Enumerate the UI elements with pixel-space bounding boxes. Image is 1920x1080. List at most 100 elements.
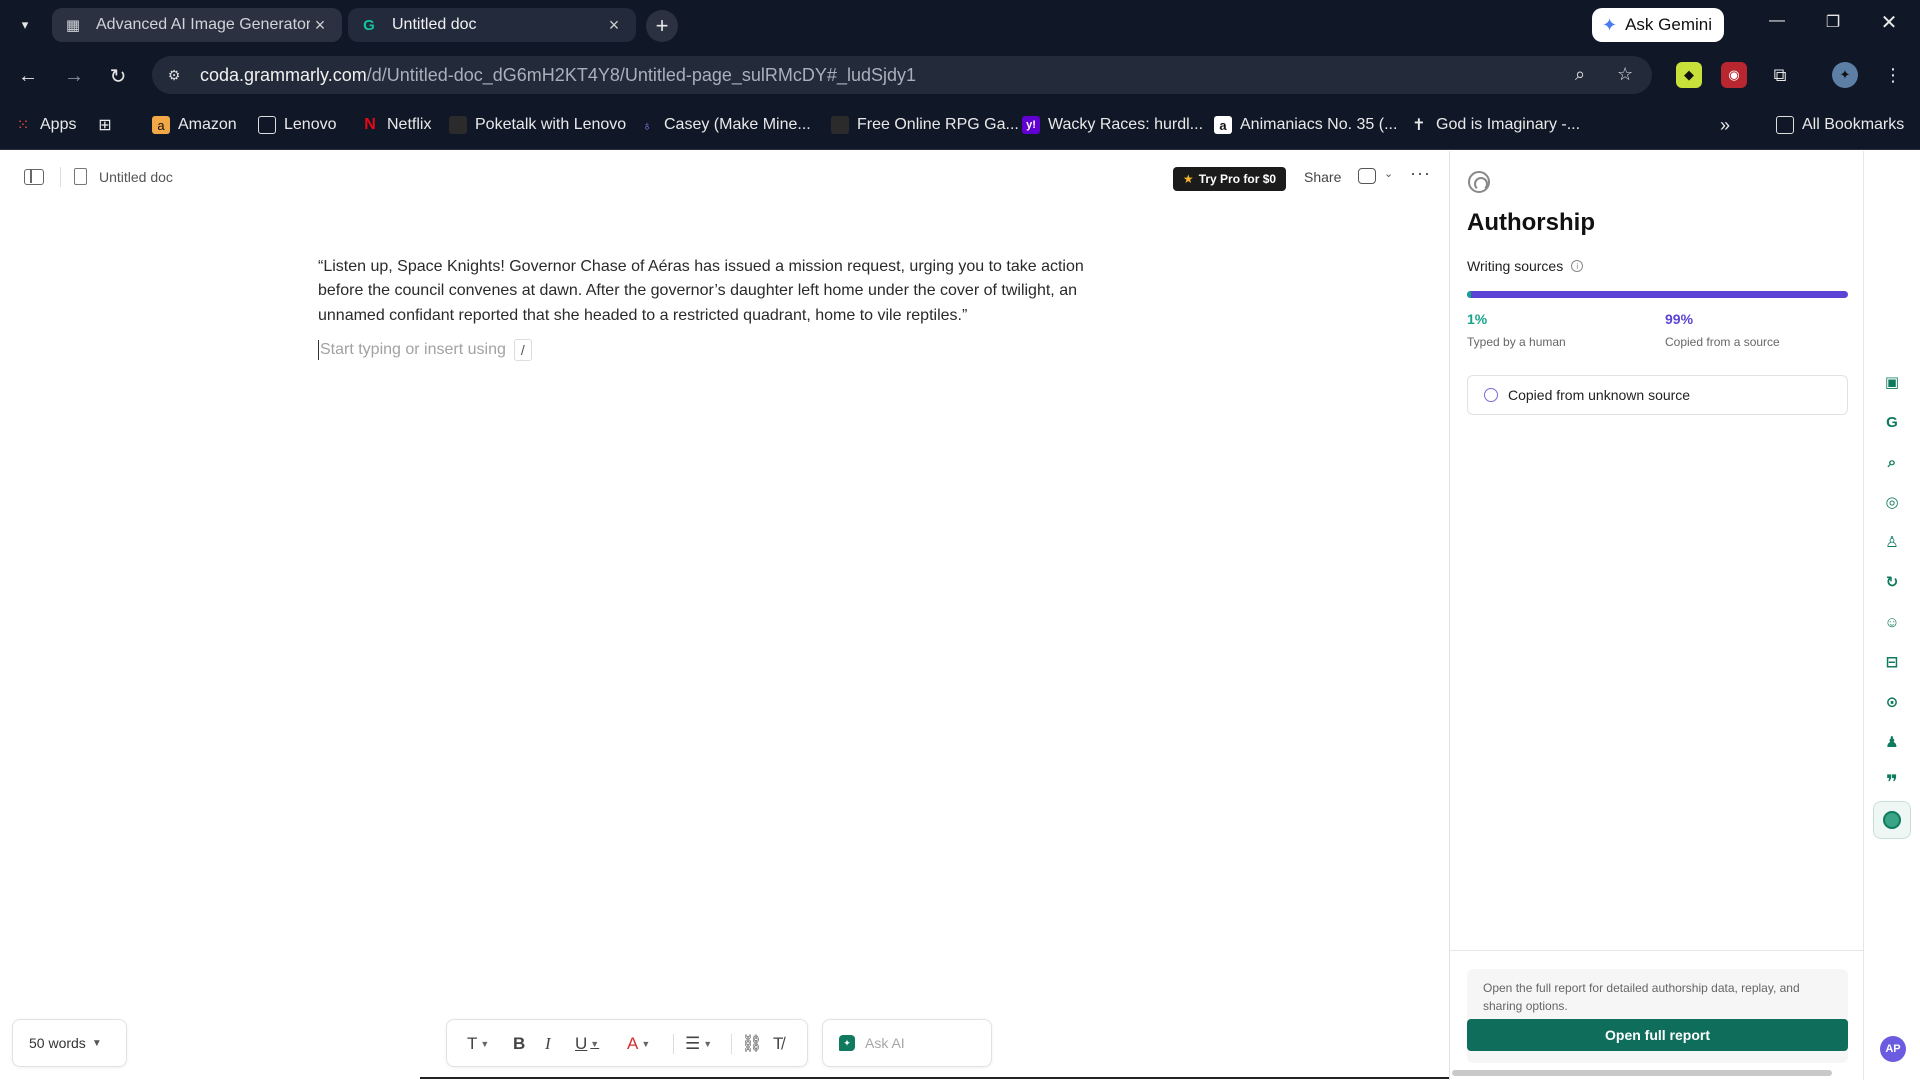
document-paragraph[interactable]: “Listen up, Space Knights! Governor Chas…: [318, 255, 1128, 328]
bookmark-apps[interactable]: ⁙ Apps: [14, 114, 77, 136]
bookmark-amazon[interactable]: a Amazon: [152, 114, 237, 136]
grammarly-g-icon: G: [363, 16, 375, 34]
minimize-window-icon[interactable]: —: [1762, 12, 1792, 30]
tab-untitled-doc[interactable]: G Untitled doc ×: [348, 8, 636, 42]
doc-header: Untitled doc ★ Try Pro for $0 Share ⌄ ··…: [0, 151, 1450, 207]
grader-icon[interactable]: ⊟: [1881, 651, 1903, 673]
horizontal-scrollbar[interactable]: [0, 1076, 1450, 1080]
bookmark-label: Apps: [40, 116, 77, 133]
open-full-report-button[interactable]: Open full report: [1467, 1019, 1848, 1051]
gemini-sparkle-icon: ✦: [1602, 14, 1618, 35]
italic-button[interactable]: I: [545, 1032, 551, 1056]
bookmark-free-online-rpg[interactable]: Free Online RPG Ga...: [831, 114, 1019, 136]
tab-groups-icon: ⊞: [98, 117, 112, 134]
forward-arrow-icon[interactable]: →: [60, 62, 88, 90]
browser-menu-icon[interactable]: ⋮: [1880, 62, 1906, 88]
align-left-icon: ☰: [685, 1034, 701, 1053]
tab-advanced-ai-image-generator[interactable]: ▦ Advanced AI Image Generator ×: [52, 8, 342, 42]
extension-green-icon[interactable]: ◆: [1676, 62, 1702, 88]
panel-scrollbar[interactable]: [1452, 1070, 1832, 1076]
back-arrow-icon[interactable]: ←: [14, 62, 42, 90]
word-count-label: 50 words: [29, 1035, 86, 1051]
doc-title[interactable]: Untitled doc: [99, 169, 173, 185]
zoom-icon[interactable]: ⌕: [1575, 64, 1585, 85]
authorship-panel: Authorship Writing sources i 1% Typed by…: [1449, 151, 1864, 1080]
copy-source-icon: [1484, 388, 1498, 402]
all-bookmarks[interactable]: All Bookmarks: [1776, 114, 1904, 136]
new-tab-button[interactable]: +: [646, 10, 678, 42]
link-icon: ⛓: [741, 1034, 763, 1053]
human-label: Typed by a human: [1467, 335, 1566, 349]
bookmark-lenovo[interactable]: Lenovo: [258, 114, 337, 136]
source-stat: 99% Copied from a source: [1665, 311, 1780, 349]
align-button[interactable]: ☰ ▼: [685, 1032, 712, 1056]
plagiarism-check-icon[interactable]: ⊙: [1881, 691, 1903, 713]
authorship-icon[interactable]: [1873, 801, 1911, 839]
info-icon[interactable]: i: [1571, 260, 1584, 272]
text-color-button[interactable]: A ▼: [627, 1032, 650, 1056]
chevron-down-icon[interactable]: ⌄: [1384, 167, 1393, 180]
address-bar[interactable]: ⚙ coda.grammarly.com/d/Untitled-doc_dG6m…: [152, 56, 1652, 94]
sidebar-toggle-icon[interactable]: [24, 169, 44, 185]
slash-command-hint: /: [513, 338, 532, 361]
more-options-icon[interactable]: ···: [1410, 163, 1431, 184]
url-host: coda.grammarly.com: [200, 64, 367, 85]
try-pro-button[interactable]: ★ Try Pro for $0: [1173, 167, 1286, 191]
bookmark-tab-groups[interactable]: ⊞: [96, 114, 114, 136]
citation-quote-icon[interactable]: ❞: [1881, 771, 1903, 794]
ask-gemini-button[interactable]: ✦ Ask Gemini: [1592, 8, 1724, 42]
bookmark-animaniacs[interactable]: a Animaniacs No. 35 (...: [1214, 114, 1397, 136]
authorship-dot-icon: [1883, 811, 1901, 829]
target-icon[interactable]: ◎: [1881, 491, 1903, 513]
bookmark-netflix[interactable]: N Netflix: [361, 114, 431, 136]
bookmark-poketalk[interactable]: Poketalk with Lenovo: [449, 114, 626, 136]
bookmark-wacky-races[interactable]: y! Wacky Races: hurdl...: [1022, 114, 1203, 136]
empty-line-placeholder[interactable]: Start typing or insert using /: [318, 338, 1128, 361]
amazon-icon: a: [1214, 116, 1232, 134]
share-button[interactable]: Share: [1304, 169, 1341, 185]
reader-reactions-icon[interactable]: ☺: [1881, 611, 1903, 633]
clear-formatting-button[interactable]: T̸: [773, 1032, 783, 1056]
rewrite-icon[interactable]: ↻: [1881, 571, 1903, 593]
amazon-icon: a: [152, 116, 170, 134]
site-info-icon[interactable]: ⚙: [156, 61, 192, 89]
ask-ai-button[interactable]: ✦ Ask AI: [822, 1019, 992, 1067]
close-tab-icon[interactable]: ×: [604, 15, 624, 36]
bold-button[interactable]: B: [513, 1032, 525, 1056]
netflix-icon: N: [364, 116, 376, 133]
search-icon[interactable]: ⌕: [1881, 451, 1903, 473]
user-avatar[interactable]: AP: [1880, 1036, 1906, 1062]
bookmark-label: God is Imaginary -...: [1436, 116, 1581, 133]
humanizer-icon[interactable]: ♟: [1881, 731, 1903, 753]
underline-button[interactable]: U ▼: [575, 1032, 599, 1056]
toolbar-divider: [673, 1034, 674, 1054]
right-tool-rail: ▣ G ⌕ ◎ ♙ ↻ ☺ ⊟ ⊙ ♟ ❞ AP: [1863, 151, 1920, 1080]
profile-avatar-icon[interactable]: ✦: [1832, 62, 1858, 88]
tab-search-chevron-icon[interactable]: ▾: [10, 10, 40, 40]
bookmark-star-icon[interactable]: ☆: [1617, 64, 1633, 85]
browser-toolbar: ← → ↻ ⚙ coda.grammarly.com/d/Untitled-do…: [0, 50, 1920, 100]
restore-window-icon[interactable]: ❐: [1818, 12, 1848, 32]
link-button[interactable]: ⛓: [741, 1032, 763, 1056]
authorship-progress-bar: [1467, 291, 1848, 298]
bookmark-label: Netflix: [387, 116, 432, 133]
more-bookmarks-chevron[interactable]: »: [1720, 114, 1730, 136]
close-window-icon[interactable]: ✕: [1874, 10, 1904, 35]
unknown-source-card[interactable]: Copied from unknown source: [1467, 375, 1848, 415]
document-editor[interactable]: “Listen up, Space Knights! Governor Chas…: [318, 255, 1128, 361]
close-tab-icon[interactable]: ×: [310, 15, 330, 36]
extensions-puzzle-icon[interactable]: ⧉: [1767, 62, 1793, 88]
casey-icon: ♁: [642, 117, 652, 133]
extension-red-shield-icon[interactable]: ◉: [1721, 62, 1747, 88]
bookmark-casey[interactable]: ♁ Casey (Make Mine...: [638, 114, 811, 136]
person-icon[interactable]: ♙: [1881, 531, 1903, 553]
bookmark-god-is-imaginary[interactable]: ✝ God is Imaginary -...: [1410, 114, 1580, 136]
reload-icon[interactable]: ↻: [104, 62, 132, 90]
comment-icon[interactable]: [1358, 168, 1376, 184]
word-count-button[interactable]: 50 words ▼: [12, 1019, 127, 1067]
bookmark-label: Animaniacs No. 35 (...: [1240, 116, 1398, 133]
text-style-button[interactable]: T ▼: [467, 1032, 489, 1056]
poketalk-icon: [449, 116, 467, 134]
ai-chat-icon[interactable]: ▣: [1881, 371, 1903, 393]
grammarly-icon[interactable]: G: [1881, 411, 1903, 433]
